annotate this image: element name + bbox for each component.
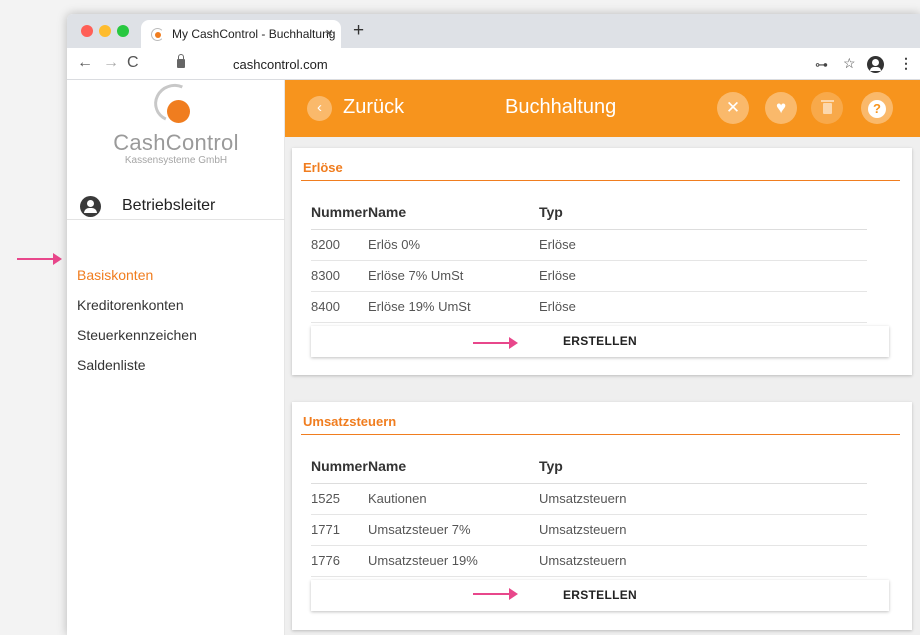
- annotation-arrow-create-2: [473, 588, 518, 600]
- account-name: Umsatzsteuer 19%: [368, 545, 539, 577]
- user-name: Betriebsleiter: [122, 197, 216, 214]
- sidebar-item-steuerkennzeichen[interactable]: Steuerkennzeichen: [77, 320, 197, 350]
- sidebar: CashControl Kassensysteme GmbH Betriebsl…: [67, 78, 285, 635]
- annotation-arrow-create-1: [473, 337, 518, 349]
- table-row[interactable]: 1771 Umsatzsteuer 7% Umsatzsteuern: [311, 514, 867, 546]
- table-header-row: Nummer Name Typ: [311, 450, 867, 484]
- table-header-row: Nummer Name Typ: [311, 196, 867, 230]
- account-type: Umsatzsteuern: [539, 483, 867, 515]
- close-button[interactable]: ✕: [717, 92, 749, 124]
- account-name: Kautionen: [368, 483, 539, 515]
- account-number: 1525: [311, 483, 368, 515]
- maximize-window-button[interactable]: [117, 25, 129, 37]
- browser-window: My CashControl - Buchhaltung × + ← → C c…: [67, 14, 920, 635]
- key-icon[interactable]: ⊶: [815, 57, 828, 73]
- column-header: Nummer: [311, 196, 368, 230]
- sidebar-item-saldenliste[interactable]: Saldenliste: [77, 350, 197, 380]
- new-tab-button[interactable]: +: [353, 20, 364, 42]
- heart-icon: ♥: [775, 98, 787, 117]
- browser-tab[interactable]: My CashControl - Buchhaltung ×: [141, 20, 341, 48]
- sidebar-item-kreditorenkonten[interactable]: Kreditorenkonten: [77, 290, 197, 320]
- sidebar-header: CashControl Kassensysteme GmbH Betriebsl…: [67, 78, 285, 220]
- table-row[interactable]: 1525 Kautionen Umsatzsteuern: [311, 483, 867, 515]
- account-name: Erlöse 19% UmSt: [368, 291, 539, 323]
- logo-name: CashControl: [113, 130, 239, 155]
- table-row[interactable]: 8400 Erlöse 19% UmSt Erlöse: [311, 291, 867, 323]
- column-header: Nummer: [311, 450, 368, 484]
- card-title: Umsatzsteuern: [303, 414, 397, 429]
- accounts-table: Nummer Name Typ 8200 Erlös 0% Erlöse 830…: [311, 196, 867, 323]
- favicon-icon: [151, 28, 164, 41]
- main-content: ‹ Zurück Buchhaltung ✕ ♥ ? Erlöse Nummer…: [285, 80, 920, 635]
- bookmark-star-icon[interactable]: ☆: [843, 55, 856, 72]
- address-bar: ← → C cashcontrol.com ⊶ ☆ ⋮: [67, 48, 920, 80]
- create-button[interactable]: ERSTELLEN: [311, 326, 889, 357]
- back-chevron-icon[interactable]: ‹: [307, 96, 332, 121]
- table-row[interactable]: 1776 Umsatzsteuer 19% Umsatzsteuern: [311, 545, 867, 577]
- delete-button[interactable]: [811, 92, 843, 124]
- menu-icon[interactable]: ⋮: [899, 55, 913, 72]
- account-type: Erlöse: [539, 291, 867, 323]
- create-button[interactable]: ERSTELLEN: [311, 580, 889, 611]
- annotation-arrow-sidebar: [17, 253, 62, 265]
- card-divider: [301, 180, 900, 181]
- account-number: 1776: [311, 545, 368, 577]
- account-name: Erlöse 7% UmSt: [368, 260, 539, 292]
- column-header: Name: [368, 196, 539, 230]
- help-button[interactable]: ?: [861, 92, 893, 124]
- top-bar: ‹ Zurück Buchhaltung ✕ ♥ ?: [285, 80, 920, 137]
- account-number: 8400: [311, 291, 368, 323]
- close-icon: ✕: [725, 98, 741, 117]
- account-type: Umsatzsteuern: [539, 545, 867, 577]
- account-name: Erlös 0%: [368, 229, 539, 261]
- tab-bar: My CashControl - Buchhaltung × +: [67, 14, 920, 48]
- account-number: 1771: [311, 514, 368, 546]
- card-umsatzsteuern: Umsatzsteuern Nummer Name Typ 1525 Kauti…: [292, 402, 912, 630]
- column-header: Typ: [539, 450, 867, 484]
- url-field[interactable]: cashcontrol.com: [233, 57, 328, 72]
- column-header: Name: [368, 450, 539, 484]
- card-divider: [301, 434, 900, 435]
- account-icon[interactable]: [867, 56, 884, 73]
- account-type: Erlöse: [539, 229, 867, 261]
- accounts-table: Nummer Name Typ 1525 Kautionen Umsatzste…: [311, 450, 867, 577]
- account-number: 8300: [311, 260, 368, 292]
- cashcontrol-logo-icon: [148, 78, 200, 128]
- tab-close-icon[interactable]: ×: [325, 25, 333, 40]
- account-name: Umsatzsteuer 7%: [368, 514, 539, 546]
- lock-icon: [177, 54, 185, 68]
- sidebar-nav: Basiskonten Kreditorenkonten Steuerkennz…: [77, 260, 197, 380]
- user-icon: [80, 196, 101, 217]
- column-header: Typ: [539, 196, 867, 230]
- account-type: Umsatzsteuern: [539, 514, 867, 546]
- reload-icon[interactable]: C: [127, 54, 139, 72]
- forward-arrow-icon[interactable]: →: [103, 54, 119, 72]
- account-number: 8200: [311, 229, 368, 261]
- back-arrow-icon[interactable]: ←: [77, 54, 93, 72]
- account-type: Erlöse: [539, 260, 867, 292]
- close-window-button[interactable]: [81, 25, 93, 37]
- favorite-button[interactable]: ♥: [765, 92, 797, 124]
- tab-title: My CashControl - Buchhaltung: [172, 27, 336, 41]
- card-erloese: Erlöse Nummer Name Typ 8200 Erlös 0% Erl…: [292, 148, 912, 375]
- minimize-window-button[interactable]: [99, 25, 111, 37]
- table-row[interactable]: 8200 Erlös 0% Erlöse: [311, 229, 867, 261]
- sidebar-item-basiskonten[interactable]: Basiskonten: [77, 260, 197, 290]
- back-button[interactable]: Zurück: [343, 96, 404, 119]
- page-title: Buchhaltung: [505, 96, 617, 118]
- table-row[interactable]: 8300 Erlöse 7% UmSt Erlöse: [311, 260, 867, 292]
- trash-icon: [820, 100, 834, 114]
- card-title: Erlöse: [303, 160, 343, 175]
- help-icon: ?: [868, 100, 886, 118]
- logo-subtitle: Kassensysteme GmbH: [124, 155, 228, 166]
